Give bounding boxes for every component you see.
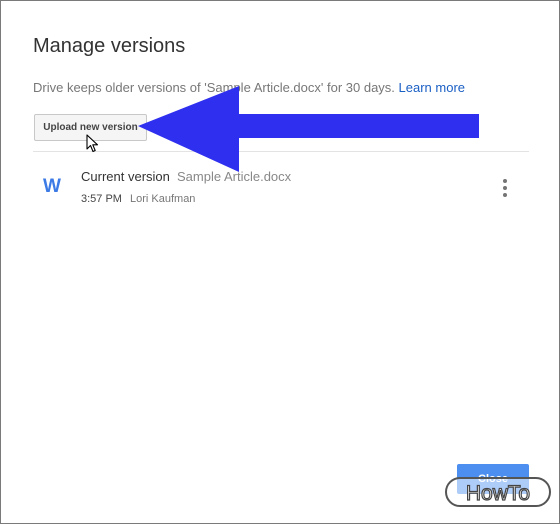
version-time: 3:57 PM <box>81 193 122 205</box>
manage-versions-dialog: Manage versions Drive keeps older versio… <box>0 0 560 524</box>
more-options-icon[interactable] <box>498 177 512 199</box>
howto-watermark-logo: HowTo <box>445 477 551 507</box>
mouse-pointer-icon <box>86 134 99 153</box>
svg-text:HowTo: HowTo <box>466 482 530 505</box>
version-author: Lori Kaufman <box>130 193 196 205</box>
dialog-title: Manage versions <box>33 35 186 57</box>
word-doc-icon: W <box>43 176 61 197</box>
annotation-arrow-icon <box>138 86 479 172</box>
